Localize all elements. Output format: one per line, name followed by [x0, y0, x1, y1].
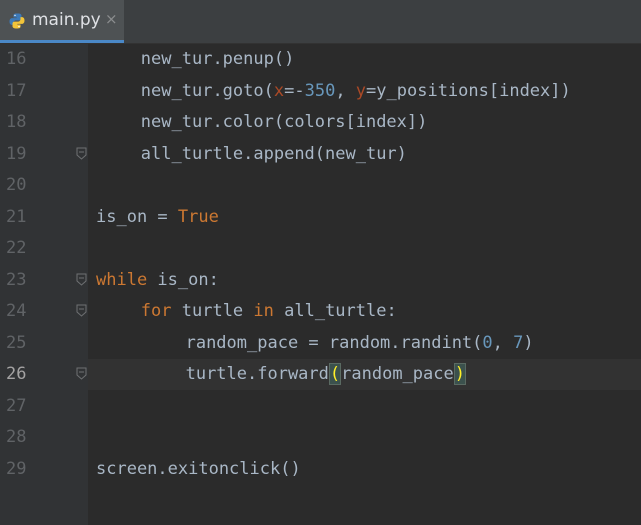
number-token: 350 [304, 80, 336, 101]
code-token: turtle.forward [185, 364, 329, 384]
tab-filename: main.py [32, 10, 101, 30]
code-token: random_pace [341, 364, 454, 384]
code-line[interactable]: 20 [0, 170, 641, 201]
line-number: 24 [6, 301, 27, 321]
code-token: new_tur.color(colors[index]) [140, 112, 428, 132]
code-text: is_on = True [96, 207, 219, 227]
line-number: 29 [6, 458, 27, 479]
code-line-background [88, 170, 641, 201]
code-token: turtle [171, 301, 254, 321]
code-token: new_tur.penup() [140, 49, 295, 69]
line-number: 26 [6, 364, 27, 384]
fold-marker-icon[interactable] [76, 273, 87, 286]
code-token: , [492, 332, 514, 353]
code-text: while is_on: [96, 270, 219, 290]
code-line-background [88, 233, 641, 264]
line-number: 19 [6, 143, 27, 164]
code-token: =- [284, 80, 305, 101]
fold-marker-icon[interactable] [76, 304, 87, 317]
code-text: new_tur.goto(x=-350, y=y_positions[index… [141, 81, 571, 101]
line-number: 22 [6, 238, 27, 258]
boolean-token: True [177, 206, 219, 227]
code-token: is_on = [96, 206, 178, 227]
line-number: 28 [6, 427, 27, 447]
code-line[interactable]: 16 new_tur.penup() [0, 44, 641, 75]
code-text: turtle.forward(random_pace) [185, 363, 466, 385]
code-token: new_tur.goto( [140, 80, 274, 101]
keyword-token: while [96, 269, 148, 290]
code-token: ) [523, 332, 534, 353]
code-text: random_pace = random.randint(0, 7) [186, 333, 534, 353]
line-number: 27 [6, 395, 27, 416]
code-line[interactable]: 21 is_on = True [0, 202, 641, 233]
code-token: random_pace = random.randint( [185, 332, 483, 353]
line-number: 18 [6, 112, 27, 132]
code-line[interactable]: 25 random_pace = random.randint(0, 7) [0, 328, 641, 359]
keyword-token: for [140, 301, 172, 321]
python-file-icon [9, 13, 25, 29]
code-line[interactable]: 23 while is_on: [0, 265, 641, 296]
code-token: all_turtle: [273, 301, 397, 321]
code-token: is_on: [147, 269, 219, 290]
line-number: 21 [6, 206, 27, 227]
code-text: new_tur.penup() [141, 49, 295, 69]
parameter-token: x [273, 80, 285, 101]
code-line[interactable]: 18 new_tur.color(colors[index]) [0, 107, 641, 138]
code-text: new_tur.color(colors[index]) [141, 112, 428, 132]
code-line[interactable]: 29 screen.exitonclick() [0, 454, 641, 485]
parameter-token: y [355, 80, 367, 101]
matched-brace: ) [453, 363, 466, 385]
fold-marker-icon[interactable] [76, 147, 87, 160]
matched-brace: ( [328, 363, 342, 385]
code-token: , [335, 80, 356, 101]
close-tab-icon[interactable]: × [105, 10, 118, 28]
keyword-token: in [253, 301, 274, 321]
line-number: 20 [6, 175, 27, 195]
code-text: all_turtle.append(new_tur) [141, 144, 407, 164]
editor-tab-bar: main.py × [0, 0, 641, 44]
code-line[interactable]: 28 [0, 422, 641, 453]
code-line[interactable]: 27 [0, 391, 641, 422]
line-number: 16 [6, 49, 27, 69]
code-token: screen.exitonclick() [96, 458, 301, 479]
code-line[interactable]: 24 for turtle in all_turtle: [0, 296, 641, 327]
code-line[interactable]: 26 turtle.forward(random_pace) [0, 359, 641, 390]
code-line[interactable]: 17 new_tur.goto(x=-350, y=y_positions[ind… [0, 76, 641, 107]
number-token: 7 [513, 332, 524, 353]
line-number: 23 [6, 269, 27, 290]
tab-main-py[interactable]: main.py × [0, 0, 124, 43]
line-number: 17 [6, 80, 27, 101]
line-number: 25 [6, 332, 27, 353]
code-text: screen.exitonclick() [96, 459, 301, 479]
code-line[interactable]: 22 [0, 233, 641, 264]
code-token: =y_positions[index]) [366, 80, 571, 101]
fold-marker-icon[interactable] [76, 367, 87, 380]
number-token: 0 [482, 332, 493, 353]
code-text: for turtle in all_turtle: [141, 301, 397, 321]
code-token: all_turtle.append(new_tur) [140, 143, 407, 164]
code-line-background [88, 422, 641, 453]
code-line[interactable]: 19 all_turtle.append(new_tur) [0, 139, 641, 170]
code-line-background [88, 391, 641, 422]
